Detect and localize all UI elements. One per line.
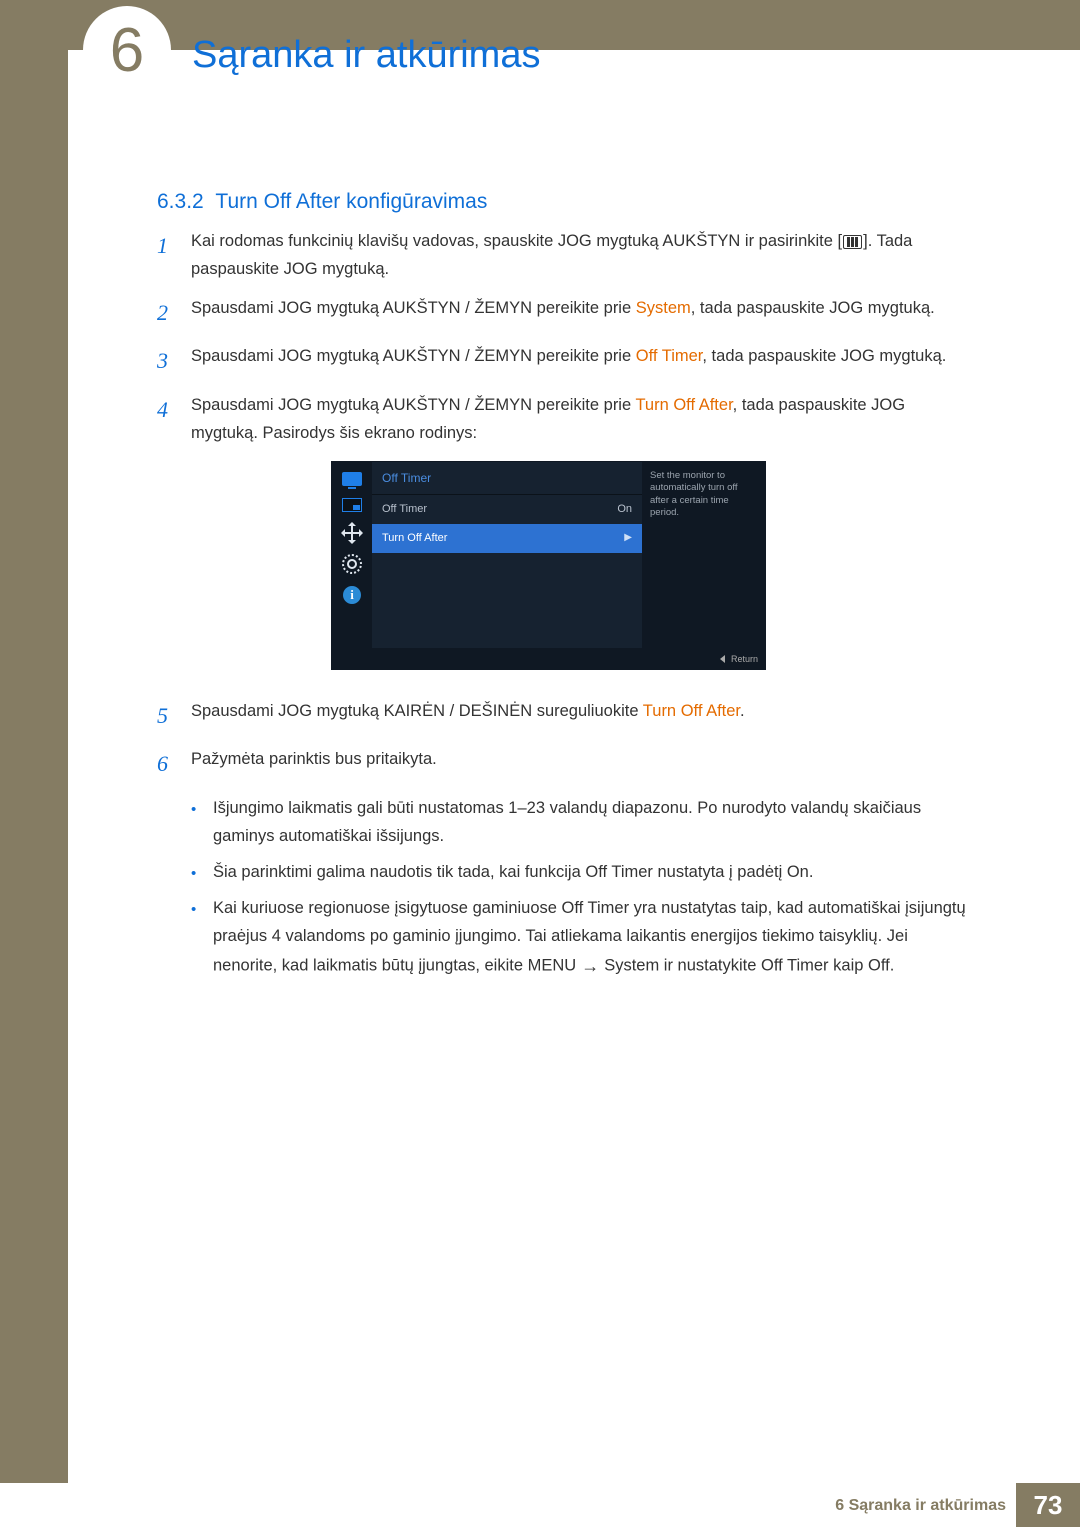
osd-return-label: Return [731, 652, 758, 667]
step-2: 2 Spausdami JOG mygtuką AUKŠTYN / ŽEMYN … [157, 294, 972, 331]
step-text: Spausdami JOG mygtuką AUKŠTYN / ŽEMYN pe… [191, 391, 972, 686]
chevron-right-icon: ▶ [624, 529, 632, 548]
section-title: Turn Off After konfigūravimas [215, 190, 487, 213]
step-text: Spausdami JOG mygtuką AUKŠTYN / ŽEMYN pe… [191, 294, 972, 331]
step-1: 1 Kai rodomas funkcinių klavišų vadovas,… [157, 227, 972, 283]
step-6: 6 Pažymėta parinktis bus pritaikyta. [157, 745, 972, 782]
osd-panel-title: Off Timer [372, 462, 642, 495]
bullet-item: • Kai kuriuose regionuose įsigytuose gam… [191, 894, 972, 981]
step-number: 3 [157, 342, 191, 379]
step-number: 4 [157, 391, 191, 686]
step-3: 3 Spausdami JOG mygtuką AUKŠTYN / ŽEMYN … [157, 342, 972, 379]
footer-page-number: 73 [1016, 1483, 1080, 1527]
step-4: 4 Spausdami JOG mygtuką AUKŠTYN / ŽEMYN … [157, 391, 972, 686]
bullet-dot-icon: • [191, 894, 213, 981]
picture-icon [342, 472, 362, 486]
step-text: Kai rodomas funkcinių klavišų vadovas, s… [191, 227, 972, 283]
step-text: Spausdami JOG mygtuką KAIRĖN / DEŠINĖN s… [191, 697, 972, 734]
step-5: 5 Spausdami JOG mygtuką KAIRĖN / DEŠINĖN… [157, 697, 972, 734]
chapter-number-badge: 6 [83, 6, 171, 94]
osd-main-panel: Off Timer Off Timer On Turn Off After ▶ [372, 462, 642, 648]
info-icon: i [343, 586, 361, 604]
bullet-item: • Šia parinktimi galima naudotis tik tad… [191, 858, 972, 887]
bullet-text: Šia parinktimi galima naudotis tik tada,… [213, 858, 972, 887]
bullet-text: Kai kuriuose regionuose įsigytuose gamin… [213, 894, 972, 981]
osd-row-value: On [617, 500, 632, 519]
footer-chapter-label: 6 Sąranka ir atkūrimas [835, 1497, 1006, 1515]
osd-screenshot: i Off Timer Off Timer On Turn Off After … [331, 461, 766, 670]
osd-row-label: Turn Off After [382, 529, 447, 548]
bullet-dot-icon: • [191, 858, 213, 887]
bullet-dot-icon: • [191, 794, 213, 850]
step-number: 5 [157, 697, 191, 734]
pip-icon [342, 498, 362, 512]
step-text: Pažymėta parinktis bus pritaikyta. [191, 745, 972, 782]
osd-help-panel: Set the monitor to automatically turn of… [642, 462, 765, 648]
step-number: 1 [157, 227, 191, 283]
step-number: 6 [157, 745, 191, 782]
step-list: 1 Kai rodomas funkcinių klavišų vadovas,… [157, 227, 972, 989]
menu-icon [843, 235, 862, 249]
section-number: 6.3.2 [157, 190, 204, 213]
page-footer: 6 Sąranka ir atkūrimas 73 [0, 1483, 1080, 1527]
osd-sidebar: i [332, 462, 372, 648]
back-triangle-icon [720, 655, 725, 663]
bullet-text: Išjungimo laikmatis gali būti nustatomas… [213, 794, 972, 850]
bullet-item: • Išjungimo laikmatis gali būti nustatom… [191, 794, 972, 850]
step-number: 2 [157, 294, 191, 331]
section-heading: 6.3.2 Turn Off After konfigūravimas [157, 190, 487, 214]
osd-row-label: Off Timer [382, 500, 427, 519]
step-text: Spausdami JOG mygtuką AUKŠTYN / ŽEMYN pe… [191, 342, 972, 379]
osd-row-turn-off-after: Turn Off After ▶ [372, 524, 642, 553]
osd-footer: Return [331, 649, 766, 670]
resize-icon [343, 524, 361, 542]
gear-icon [342, 554, 362, 574]
osd-row-off-timer: Off Timer On [372, 495, 642, 524]
page-title: Sąranka ir atkūrimas [192, 34, 540, 77]
bullet-list: • Išjungimo laikmatis gali būti nustatom… [191, 794, 972, 981]
left-sidebar-strip [0, 0, 68, 1527]
